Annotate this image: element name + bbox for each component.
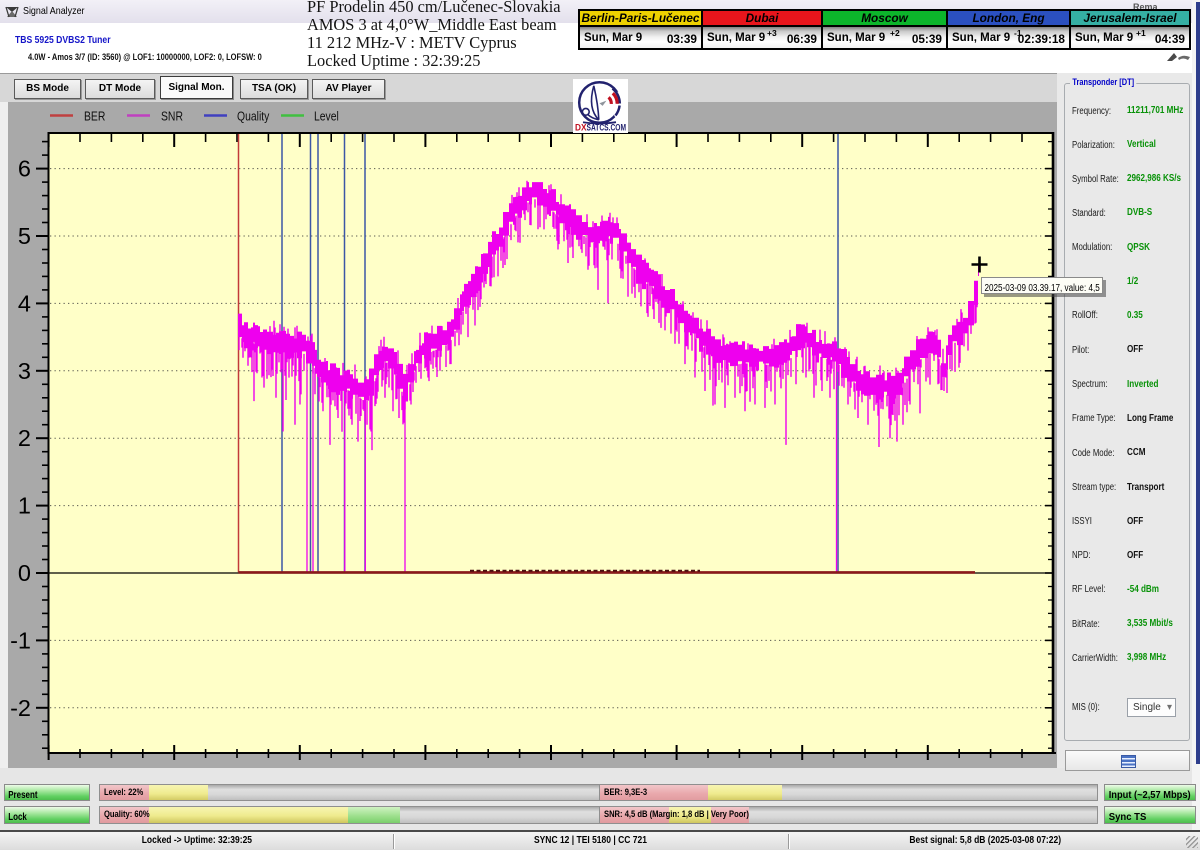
svg-text:Quality: Quality <box>237 109 269 123</box>
svg-text:BER: BER <box>84 109 105 123</box>
svg-text:5: 5 <box>18 223 31 249</box>
svg-text:SATCS.COM: SATCS.COM <box>587 123 627 134</box>
svg-text:3: 3 <box>18 358 31 384</box>
svg-text:SNR: SNR <box>161 109 183 123</box>
svg-text:2: 2 <box>18 425 31 451</box>
svg-text:6: 6 <box>18 156 31 182</box>
svg-text:-2: -2 <box>10 695 31 721</box>
svg-text:Level: Level <box>314 109 339 123</box>
svg-text:DX: DX <box>575 123 587 134</box>
svg-text:4: 4 <box>18 290 31 316</box>
svg-text:-1: -1 <box>10 627 31 653</box>
svg-text:1: 1 <box>18 493 31 519</box>
svg-text:0: 0 <box>18 560 31 586</box>
